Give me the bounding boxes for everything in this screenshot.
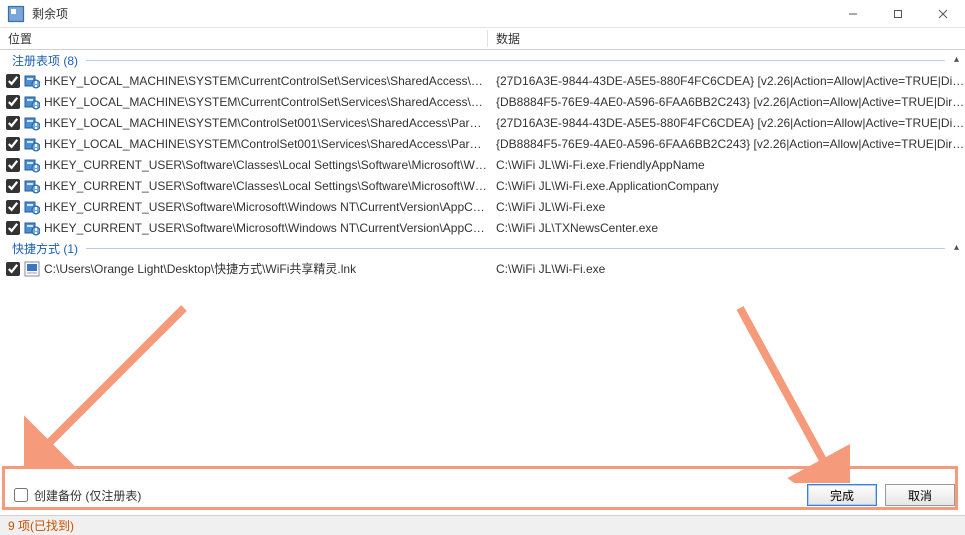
list-item[interactable]: C:\Users\Orange Light\Desktop\快捷方式\WiFi共… (0, 258, 965, 279)
row-data: C:\WiFi JL\Wi-Fi.exe.FriendlyAppName (488, 158, 965, 172)
column-headers: 位置 数据 (0, 28, 965, 50)
row-checkbox[interactable] (6, 116, 20, 130)
list-item[interactable]: HKEY_LOCAL_MACHINE\SYSTEM\ControlSet001\… (0, 133, 965, 154)
row-data: {27D16A3E-9844-43DE-A5E5-880F4FC6CDEA} [… (488, 116, 965, 130)
row-location: HKEY_LOCAL_MACHINE\SYSTEM\CurrentControl… (44, 95, 488, 109)
app-icon (6, 4, 26, 24)
row-data: C:\WiFi JL\TXNewsCenter.exe (488, 221, 965, 235)
backup-label: 创建备份 (仅注册表) (34, 487, 141, 504)
row-checkbox[interactable] (6, 221, 20, 235)
status-bar: 9 项(已找到) (0, 515, 965, 535)
group-title: 快捷方式 (1) (12, 240, 78, 257)
row-checkbox[interactable] (6, 158, 20, 172)
titlebar: 剩余项 (0, 0, 965, 28)
registry-icon (24, 94, 40, 110)
row-data: {DB8884F5-76E9-4AE0-A596-6FAA6BB2C243} [… (488, 137, 965, 151)
collapse-icon[interactable]: ▴ (954, 54, 959, 65)
row-data: C:\WiFi JL\Wi-Fi.exe (488, 262, 965, 276)
row-checkbox[interactable] (6, 95, 20, 109)
row-location: HKEY_CURRENT_USER\Software\Microsoft\Win… (44, 221, 488, 235)
row-checkbox[interactable] (6, 262, 20, 276)
close-button[interactable] (920, 0, 965, 28)
row-location: C:\Users\Orange Light\Desktop\快捷方式\WiFi共… (44, 260, 488, 277)
list-item[interactable]: HKEY_LOCAL_MACHINE\SYSTEM\ControlSet001\… (0, 112, 965, 133)
row-location: HKEY_LOCAL_MACHINE\SYSTEM\CurrentControl… (44, 74, 488, 88)
registry-icon (24, 115, 40, 131)
registry-icon (24, 157, 40, 173)
row-location: HKEY_LOCAL_MACHINE\SYSTEM\ControlSet001\… (44, 116, 488, 130)
row-data: C:\WiFi JL\Wi-Fi.exe (488, 200, 965, 214)
row-checkbox[interactable] (6, 179, 20, 193)
list-item[interactable]: HKEY_CURRENT_USER\Software\Classes\Local… (0, 154, 965, 175)
row-location: HKEY_LOCAL_MACHINE\SYSTEM\ControlSet001\… (44, 137, 488, 151)
row-location: HKEY_CURRENT_USER\Software\Classes\Local… (44, 179, 488, 193)
group-title: 注册表项 (8) (12, 52, 78, 69)
list-area[interactable]: 注册表项 (8) ▴ HKEY_LOCAL_MACHINE\SYSTEM\Curre… (0, 50, 965, 470)
row-location: HKEY_CURRENT_USER\Software\Classes\Local… (44, 158, 488, 172)
finish-button[interactable]: 完成 (807, 484, 877, 506)
collapse-icon[interactable]: ▴ (954, 242, 959, 253)
row-data: C:\WiFi JL\Wi-Fi.exe.ApplicationCompany (488, 179, 965, 193)
list-item[interactable]: HKEY_CURRENT_USER\Software\Microsoft\Win… (0, 196, 965, 217)
registry-icon (24, 220, 40, 236)
status-text: 9 项(已找到) (8, 517, 74, 534)
window-controls (830, 0, 965, 28)
row-checkbox[interactable] (6, 74, 20, 88)
button-row: 创建备份 (仅注册表) 完成 取消 (0, 475, 965, 515)
maximize-button[interactable] (875, 0, 920, 28)
list-item[interactable]: HKEY_CURRENT_USER\Software\Microsoft\Win… (0, 217, 965, 238)
row-location: HKEY_CURRENT_USER\Software\Microsoft\Win… (44, 200, 488, 214)
list-item[interactable]: HKEY_LOCAL_MACHINE\SYSTEM\CurrentControl… (0, 91, 965, 112)
column-data[interactable]: 数据 (488, 30, 965, 47)
registry-icon (24, 136, 40, 152)
window-title: 剩余项 (32, 5, 68, 22)
list-item[interactable]: HKEY_CURRENT_USER\Software\Classes\Local… (0, 175, 965, 196)
row-checkbox[interactable] (6, 137, 20, 151)
group-header[interactable]: 快捷方式 (1) ▴ (0, 238, 965, 258)
bottom-panel: 创建备份 (仅注册表) 完成 取消 9 项(已找到) (0, 475, 965, 535)
registry-icon (24, 178, 40, 194)
minimize-button[interactable] (830, 0, 875, 28)
group-header[interactable]: 注册表项 (8) ▴ (0, 50, 965, 70)
registry-icon (24, 73, 40, 89)
shortcut-icon (24, 261, 40, 277)
list-item[interactable]: HKEY_LOCAL_MACHINE\SYSTEM\CurrentControl… (0, 70, 965, 91)
cancel-button[interactable]: 取消 (885, 484, 955, 506)
column-location[interactable]: 位置 (0, 30, 488, 47)
row-data: {27D16A3E-9844-43DE-A5E5-880F4FC6CDEA} [… (488, 74, 965, 88)
backup-checkbox[interactable] (14, 488, 28, 502)
registry-icon (24, 199, 40, 215)
row-checkbox[interactable] (6, 200, 20, 214)
row-data: {DB8884F5-76E9-4AE0-A596-6FAA6BB2C243} [… (488, 95, 965, 109)
